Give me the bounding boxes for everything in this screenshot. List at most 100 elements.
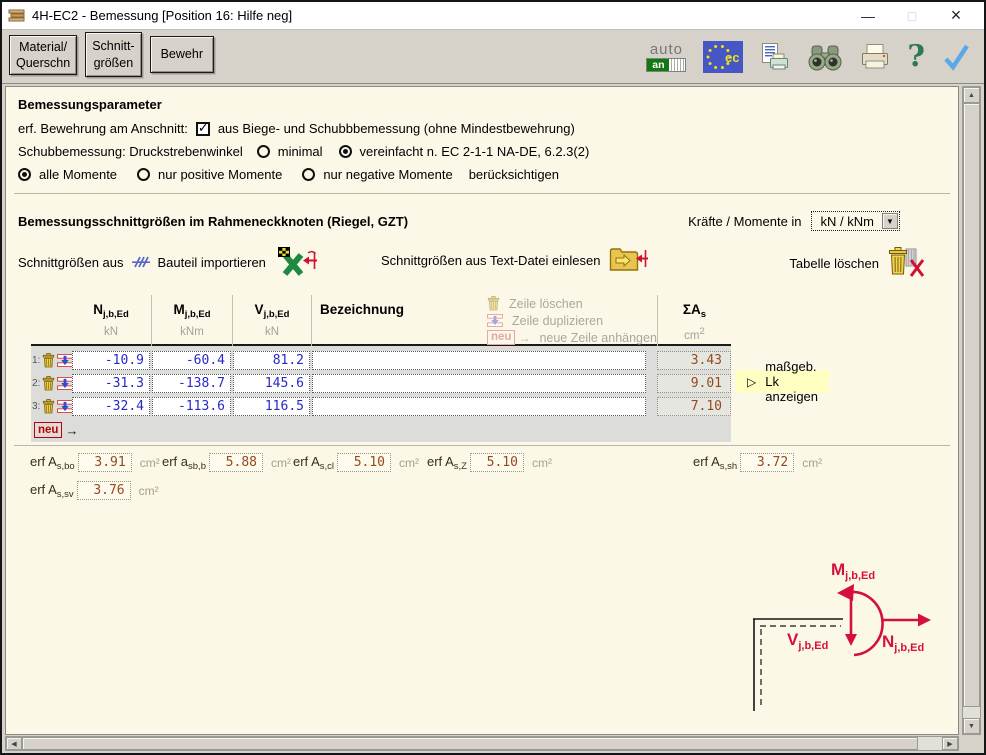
result-value: 3.72 [740, 453, 794, 472]
print-icon[interactable] [860, 43, 890, 71]
scroll-down-icon[interactable]: ▼ [963, 718, 980, 734]
radio-minimal[interactable] [257, 145, 270, 158]
schub-label: Schubbemessung: Druckstrebenwinkel [18, 144, 243, 159]
beruecksichtigen-label: berücksichtigen [469, 167, 559, 182]
close-button[interactable]: × [934, 3, 978, 29]
result-value: 5.10 [337, 453, 391, 472]
result-value: 5.10 [470, 453, 524, 472]
triangle-icon: ▷ [747, 375, 756, 389]
result-value: 3.91 [78, 453, 132, 472]
maximize-button: □ [890, 3, 934, 29]
vertical-scrollbar[interactable]: ▲ ▼ [962, 86, 981, 735]
radio-alle-momente-label: alle Momente [39, 167, 117, 182]
separator-1 [14, 193, 950, 194]
radio-minimal-label: minimal [278, 144, 323, 159]
4h-logo-icon [131, 255, 151, 269]
results-section: erf As,bo 3.91 cm² erf asb,b 5.88 cm² er… [6, 453, 958, 503]
auto-label: auto [650, 42, 683, 57]
result-as-sv: erf As,sv 3.76 cm² [30, 481, 159, 500]
radio-negative-momente[interactable] [302, 168, 315, 181]
import-bauteil-button[interactable] [278, 247, 318, 277]
forces-table: Nj,b,Ed kN Mj,b,Ed kNm Vj,b,Ed kN Beze [31, 295, 731, 442]
delete-row-icon[interactable] [42, 353, 55, 368]
frame-corner-diagram: Mj,b,Ed Vj,b,Ed Nj,b,Ed [741, 549, 956, 721]
col-header-v: Vj,b,Ed kN [232, 295, 311, 346]
app-icon [8, 8, 26, 24]
n-input[interactable] [72, 374, 150, 393]
delete-row-icon[interactable] [42, 399, 55, 414]
tab-schnittgroessen[interactable]: Schnitt- größen [85, 32, 141, 77]
sum-as-value: 7.10 [657, 397, 731, 416]
append-row-button[interactable]: neu [34, 422, 62, 438]
result-as-z: erf As,Z 5.10 cm² [427, 453, 552, 472]
horizontal-scrollbar[interactable]: ◀ ▶ [5, 736, 959, 751]
radio-positive-momente[interactable] [137, 168, 150, 181]
textfile-label: Schnittgrößen aus Text-Datei einlesen [381, 253, 600, 268]
table-body: 1: 3.43 [31, 346, 731, 442]
units-dropdown[interactable]: kN / kNm ▼ [811, 211, 900, 231]
forces-heading-row: Bemessungsschnittgrößen im Rahmeneckknot… [18, 211, 900, 231]
app-window: 4H-EC2 - Bemessung [Position 16: Hilfe n… [0, 0, 986, 755]
confirm-check-icon[interactable] [942, 43, 970, 71]
m-input[interactable] [152, 374, 231, 393]
append-row-legend-icon: neu [487, 330, 515, 345]
an-state-label: an [647, 59, 669, 71]
anschnitt-checkbox[interactable] [196, 122, 210, 136]
import-textfile-button[interactable] [609, 247, 649, 273]
anschnitt-option-label: aus Biege- und Schubbbemessung (ohne Min… [218, 121, 575, 136]
parameters-section: Bemessungsparameter erf. Bewehrung am An… [18, 97, 938, 182]
import-suffix-label: Bauteil importieren [158, 255, 266, 270]
radio-alle-momente[interactable] [18, 168, 31, 181]
vertical-scroll-thumb[interactable] [963, 103, 980, 707]
auto-toggle[interactable]: auto an [646, 42, 686, 72]
m-input[interactable] [152, 351, 231, 370]
dropdown-arrow-icon[interactable]: ▼ [882, 213, 898, 229]
delete-row-icon[interactable] [42, 376, 55, 391]
import-row: Schnittgrößen aus Bauteil importieren [6, 239, 958, 279]
svg-text:Mj,b,Ed: Mj,b,Ed [831, 560, 875, 582]
forces-heading: Bemessungsschnittgrößen im Rahmeneckknot… [18, 214, 408, 229]
delete-table-button[interactable] [888, 247, 926, 279]
radio-vereinfacht[interactable] [339, 145, 352, 158]
v-input[interactable] [233, 351, 310, 370]
bezeichnung-input[interactable] [312, 374, 646, 393]
titlebar: 4H-EC2 - Bemessung [Position 16: Hilfe n… [2, 2, 984, 30]
radio-vereinfacht-label: vereinfacht n. EC 2-1-1 NA-DE, 6.2.3(2) [360, 144, 590, 159]
m-input[interactable] [152, 397, 231, 416]
svg-text:Nj,b,Ed: Nj,b,Ed [882, 632, 924, 654]
n-input[interactable] [72, 351, 150, 370]
bezeichnung-input[interactable] [312, 397, 646, 416]
table-row: 3: 7.10 [31, 395, 731, 418]
tab-bewehrung[interactable]: Bewehr [150, 36, 214, 73]
main-area: Bemessungsparameter erf. Bewehrung am An… [2, 84, 984, 753]
n-input[interactable] [72, 397, 150, 416]
help-icon[interactable]: ? [907, 42, 925, 72]
result-value: 5.88 [209, 453, 263, 472]
radio-negative-momente-label: nur negative Momente [323, 167, 452, 182]
result-as-cl: erf As,cl 5.10 cm² [293, 453, 419, 472]
v-input[interactable] [233, 397, 310, 416]
content-panel: Bemessungsparameter erf. Bewehrung am An… [5, 86, 959, 735]
horizontal-scroll-thumb[interactable] [22, 737, 918, 750]
search-binoculars-icon[interactable] [807, 42, 843, 72]
scroll-up-icon[interactable]: ▲ [963, 87, 980, 103]
col-header-m: Mj,b,Ed kNm [151, 295, 232, 346]
result-value: 3.76 [77, 481, 131, 500]
minimize-button[interactable]: — [846, 3, 890, 29]
print-preview-icon[interactable] [760, 42, 790, 72]
parameters-heading: Bemessungsparameter [18, 97, 938, 112]
sum-as-value: 9.01 [657, 374, 731, 393]
bezeichnung-input[interactable] [312, 351, 646, 370]
tab-material-querschnitt[interactable]: Material/ Querschn [9, 35, 77, 75]
scroll-right-icon[interactable]: ▶ [942, 737, 958, 750]
duplicate-row-legend-icon [487, 314, 503, 327]
import-prefix-label: Schnittgrößen aus [18, 255, 124, 270]
eurocode-button[interactable]: ec [703, 41, 743, 73]
v-input[interactable] [233, 374, 310, 393]
show-lk-button[interactable]: ▷ maßgeb. Lk anzeigen [736, 370, 829, 393]
scroll-left-icon[interactable]: ◀ [6, 737, 22, 750]
row-actions-legend: Zeile löschen Zeile [487, 295, 657, 346]
anschnitt-label: erf. Bewehrung am Anschnitt: [18, 121, 188, 136]
radio-positive-momente-label: nur positive Momente [158, 167, 282, 182]
delete-table-label: Tabelle löschen [789, 256, 879, 271]
